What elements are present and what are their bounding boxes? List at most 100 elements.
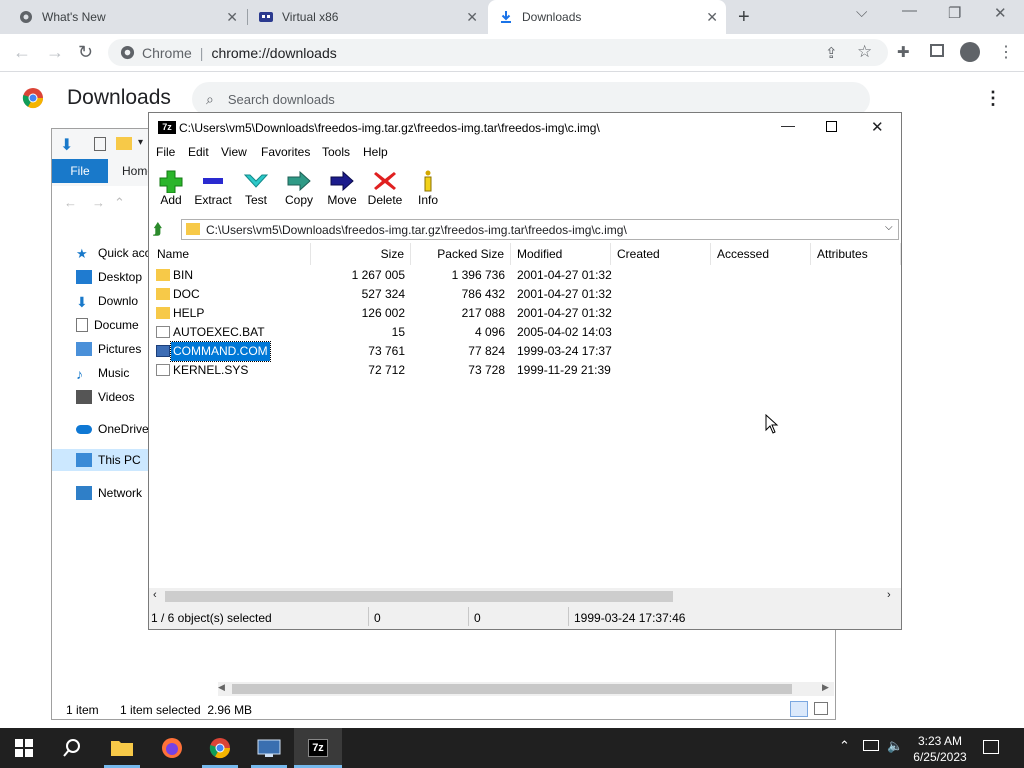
- chevron-up-icon[interactable]: ⌃: [839, 738, 850, 754]
- network-status-icon[interactable]: [863, 740, 879, 751]
- add-icon: [159, 170, 183, 193]
- back-icon[interactable]: ←: [13, 42, 31, 63]
- details-view-icon[interactable]: [790, 701, 808, 717]
- forward-icon[interactable]: →: [46, 42, 64, 63]
- download-arrow-icon[interactable]: ⬇: [60, 135, 73, 155]
- nav-item-pictures[interactable]: Pictures: [76, 338, 141, 360]
- close-icon[interactable]: ✕: [226, 9, 238, 26]
- quick-access-dropdown-icon[interactable]: ▾: [138, 137, 143, 148]
- close-icon[interactable]: ✕: [466, 9, 478, 26]
- up-folder-icon[interactable]: ⮭: [153, 221, 171, 239]
- close-window-icon[interactable]: ✕: [994, 4, 1007, 22]
- search-button[interactable]: [48, 728, 96, 768]
- nav-item-downloads[interactable]: ⬇ Downlo: [76, 290, 138, 312]
- tab-virtual-x86[interactable]: Virtual x86 ✕: [248, 0, 486, 34]
- column-header-packed-size[interactable]: Packed Size: [411, 243, 511, 265]
- column-header-name[interactable]: Name: [151, 243, 311, 265]
- move-button[interactable]: Move: [320, 169, 364, 207]
- delete-button[interactable]: Delete: [363, 169, 407, 207]
- column-header-attributes[interactable]: Attributes: [811, 243, 901, 265]
- menu-tools[interactable]: Tools: [322, 145, 350, 159]
- menu-favorites[interactable]: Favorites: [261, 145, 310, 159]
- column-header-created[interactable]: Created: [611, 243, 711, 265]
- chevron-down-icon[interactable]: ⌵: [885, 222, 893, 233]
- table-row[interactable]: DOC 527 324 786 432 2001-04-27 01:32: [149, 285, 901, 304]
- test-button[interactable]: Test: [234, 169, 278, 207]
- nav-item-quick-access[interactable]: ★ Quick acce: [76, 242, 157, 264]
- 7zip-logo-icon: 7z: [158, 121, 176, 134]
- nav-item-music[interactable]: ♪ Music: [76, 362, 129, 384]
- extract-button[interactable]: Extract: [191, 169, 235, 207]
- copy-button[interactable]: Copy: [277, 169, 321, 207]
- search-icon: [63, 739, 80, 757]
- more-options-icon[interactable]: ⋮: [984, 88, 1002, 109]
- scroll-left-icon[interactable]: ◀: [218, 682, 225, 693]
- menu-file[interactable]: File: [156, 145, 175, 159]
- scrollbar-thumb[interactable]: [165, 591, 673, 602]
- minimize-icon[interactable]: —: [781, 117, 795, 133]
- nav-item-onedrive[interactable]: OneDrive: [76, 418, 149, 440]
- close-icon[interactable]: ✕: [706, 9, 718, 26]
- large-icons-view-icon[interactable]: [814, 702, 828, 715]
- back-icon[interactable]: ←: [64, 195, 77, 210]
- tab-downloads[interactable]: Downloads ✕: [488, 0, 726, 34]
- column-header-accessed[interactable]: Accessed: [711, 243, 811, 265]
- forward-icon[interactable]: →: [92, 195, 105, 210]
- scroll-right-icon[interactable]: ›: [887, 589, 891, 601]
- search-input[interactable]: ⌕ Search downloads: [192, 82, 870, 116]
- share-icon[interactable]: ⇪: [825, 44, 838, 62]
- tab-label: Virtual x86: [282, 10, 339, 24]
- volume-muted-icon[interactable]: 🔈: [887, 738, 903, 754]
- scrollbar-thumb[interactable]: [232, 684, 792, 694]
- nav-item-videos[interactable]: Videos: [76, 386, 134, 408]
- info-button[interactable]: Info: [406, 169, 450, 207]
- clock[interactable]: 3:23 AM 6/25/2023: [905, 733, 975, 765]
- 7zip-taskbar-button[interactable]: 7z: [294, 728, 342, 768]
- scroll-right-icon[interactable]: ▶: [822, 682, 829, 693]
- bookmark-star-icon[interactable]: ☆: [857, 42, 872, 62]
- menu-help[interactable]: Help: [363, 145, 388, 159]
- properties-icon[interactable]: [94, 137, 106, 151]
- close-icon[interactable]: ✕: [871, 118, 884, 136]
- path-input[interactable]: C:\Users\vm5\Downloads\freedos-img.tar.g…: [181, 219, 899, 240]
- horizontal-scrollbar[interactable]: ‹ ›: [149, 588, 901, 605]
- menu-view[interactable]: View: [221, 145, 247, 159]
- table-row[interactable]: HELP 126 002 217 088 2001-04-27 01:32: [149, 304, 901, 323]
- horizontal-scrollbar[interactable]: ◀ ▶: [218, 682, 834, 696]
- nav-item-documents[interactable]: Docume: [76, 314, 139, 336]
- up-icon[interactable]: ⌃: [114, 195, 125, 211]
- column-header-size[interactable]: Size: [311, 243, 411, 265]
- new-tab-icon[interactable]: +: [738, 6, 750, 29]
- tab-whats-new[interactable]: What's New ✕: [8, 0, 246, 34]
- ribbon-file-tab[interactable]: File: [52, 159, 108, 183]
- folder-icon[interactable]: [116, 137, 132, 150]
- file-explorer-taskbar-button[interactable]: [98, 728, 146, 768]
- start-button[interactable]: [0, 728, 48, 768]
- firefox-taskbar-button[interactable]: [148, 728, 196, 768]
- column-header-modified[interactable]: Modified: [511, 243, 611, 265]
- add-button[interactable]: Add: [149, 169, 193, 207]
- move-icon: [330, 170, 354, 192]
- chevron-down-icon[interactable]: ⌵: [856, 4, 867, 21]
- minimize-icon[interactable]: —: [902, 2, 917, 19]
- chrome-taskbar-button[interactable]: [196, 728, 244, 768]
- restore-icon[interactable]: ❐: [948, 4, 961, 22]
- nav-item-desktop[interactable]: Desktop: [76, 266, 142, 288]
- nav-item-network[interactable]: Network: [76, 482, 142, 504]
- notification-center-icon[interactable]: [983, 740, 999, 754]
- chrome-menu-icon[interactable]: ⋮: [998, 42, 1014, 62]
- extensions-icon[interactable]: ✚: [897, 43, 910, 61]
- scroll-left-icon[interactable]: ‹: [153, 589, 157, 601]
- maximize-icon[interactable]: [826, 121, 837, 132]
- table-row[interactable]: COMMAND.COM 73 761 77 824 1999-03-24 17:37: [149, 341, 901, 362]
- side-panel-icon[interactable]: [930, 44, 944, 57]
- table-row[interactable]: AUTOEXEC.BAT 15 4 096 2005-04-02 14:03: [149, 323, 901, 342]
- reload-icon[interactable]: ↻: [78, 42, 93, 63]
- profile-avatar[interactable]: [960, 42, 980, 62]
- address-bar[interactable]: Chrome | chrome://downloads: [108, 39, 888, 66]
- nav-item-this-pc[interactable]: This PC: [76, 449, 141, 471]
- table-row[interactable]: KERNEL.SYS 72 712 73 728 1999-11-29 21:39: [149, 361, 901, 380]
- app-taskbar-button[interactable]: [245, 728, 293, 768]
- menu-edit[interactable]: Edit: [188, 145, 209, 159]
- table-row[interactable]: BIN 1 267 005 1 396 736 2001-04-27 01:32: [149, 266, 901, 285]
